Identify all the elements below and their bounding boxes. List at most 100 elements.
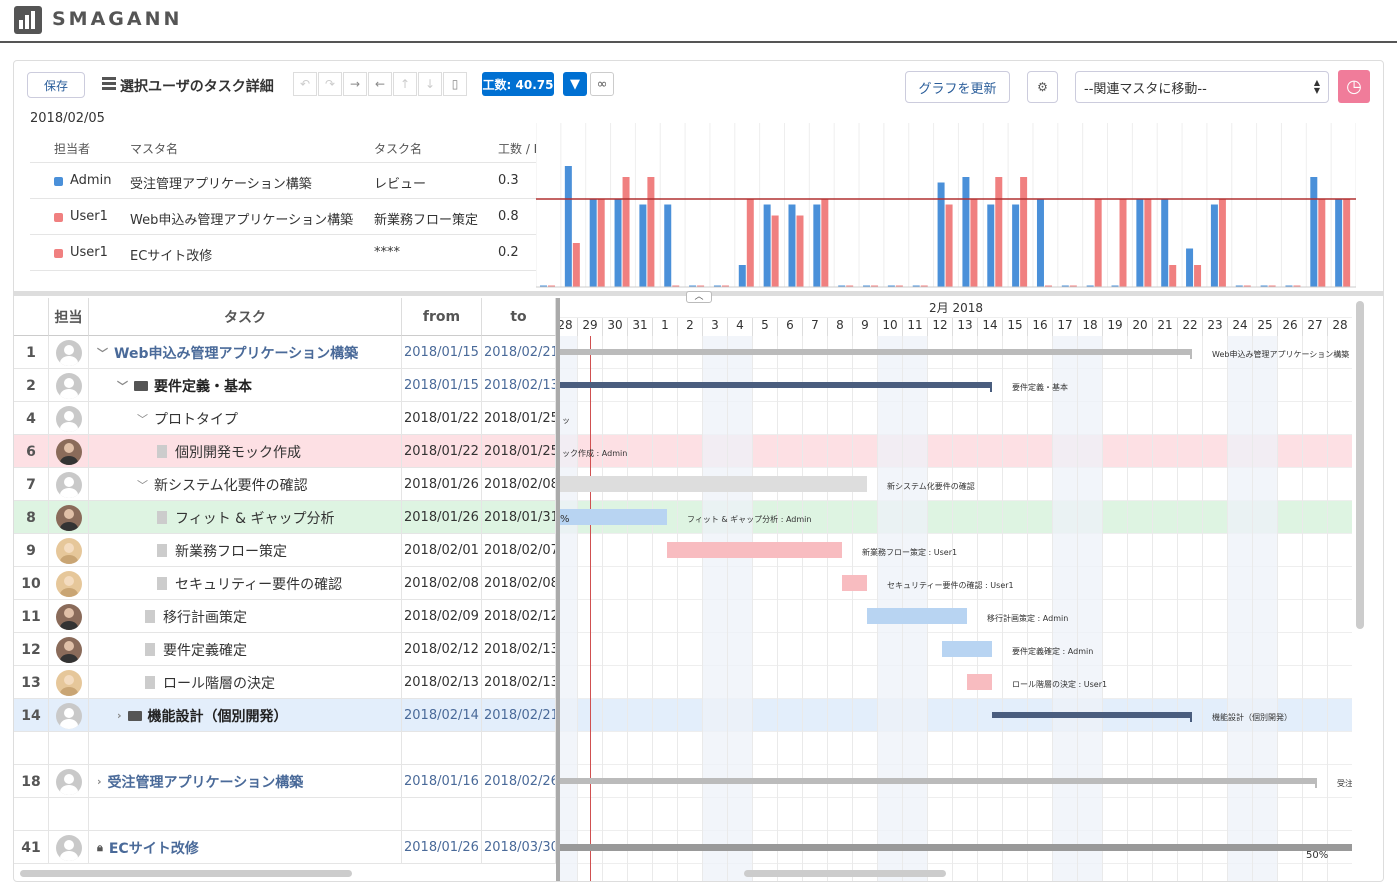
- table-row[interactable]: 4 ﹀ プロトタイプ 2018/01/22 2018/01/25: [14, 402, 556, 435]
- gantt-bar[interactable]: [560, 349, 1192, 355]
- gantt-bar[interactable]: [560, 844, 1352, 851]
- chart-bar-user1[interactable]: [1218, 199, 1226, 287]
- chart-bar-user1[interactable]: [995, 177, 1003, 287]
- owner-cell[interactable]: [49, 633, 89, 666]
- owner-cell[interactable]: [49, 402, 89, 435]
- owner-cell[interactable]: [49, 468, 89, 501]
- chart-bar-admin[interactable]: [1136, 199, 1144, 287]
- table-row[interactable]: 7 ﹀ 新システム化要件の確認 2018/01/26 2018/02/08: [14, 468, 556, 501]
- from-cell[interactable]: [402, 798, 482, 831]
- from-cell[interactable]: 2018/01/26: [402, 501, 482, 534]
- chart-bar-admin[interactable]: [738, 265, 746, 287]
- gantt-bar[interactable]: [967, 674, 992, 690]
- chart-bar-user1[interactable]: [1169, 265, 1177, 287]
- gantt-bar[interactable]: [667, 542, 842, 558]
- glasses-icon[interactable]: ∞: [590, 72, 614, 96]
- vertical-scrollbar[interactable]: [1356, 301, 1364, 629]
- chart-bar-user1[interactable]: [597, 199, 605, 287]
- table-row[interactable]: [14, 732, 556, 765]
- grid-header-owner[interactable]: 担当: [49, 298, 89, 336]
- gantt-horizontal-scrollbar[interactable]: [744, 870, 946, 877]
- chart-bar-user1[interactable]: [746, 199, 754, 287]
- undo-icon[interactable]: ↶: [293, 72, 317, 96]
- table-row[interactable]: 2 ﹀ 要件定義・基本 2018/01/15 2018/02/13: [14, 369, 556, 402]
- chart-bar-admin[interactable]: [639, 204, 647, 288]
- table-row[interactable]: 14 › 機能設計（個別開発） 2018/02/14 2018/02/21: [14, 699, 556, 732]
- grid-header-from[interactable]: from: [402, 298, 482, 336]
- owner-cell[interactable]: [49, 831, 89, 864]
- chart-bar-admin[interactable]: [564, 166, 572, 287]
- gantt-bar[interactable]: [560, 778, 1317, 784]
- owner-cell[interactable]: [49, 666, 89, 699]
- grid-header-task[interactable]: タスク: [89, 298, 402, 336]
- chart-bar-admin[interactable]: [1012, 204, 1020, 288]
- grid-header-to[interactable]: to: [482, 298, 556, 336]
- task-cell[interactable]: 新業務フロー策定: [89, 534, 402, 567]
- outdent-icon[interactable]: ←: [368, 72, 392, 96]
- grid-horizontal-scrollbar[interactable]: [20, 870, 352, 877]
- task-cell[interactable]: › 受注管理アプリケーション構築: [89, 765, 402, 798]
- owner-cell[interactable]: [49, 765, 89, 798]
- detail-row[interactable]: User1 Web申込み管理アプリケーション構築 新業務フロー策定 0.8: [30, 199, 536, 235]
- from-cell[interactable]: 2018/02/14: [402, 699, 482, 732]
- chevron-down-icon[interactable]: ﹀: [137, 477, 148, 493]
- to-cell[interactable]: 2018/01/31: [482, 501, 556, 534]
- chart-bar-user1[interactable]: [970, 199, 978, 287]
- from-cell[interactable]: 2018/01/26: [402, 468, 482, 501]
- related-master-select[interactable]: --関連マスタに移動-- ▲ ▼: [1075, 71, 1329, 103]
- chart-bar-user1[interactable]: [572, 243, 580, 287]
- chart-bar-user1[interactable]: [945, 204, 953, 288]
- detail-row[interactable]: Admin 受注管理アプリケーション構築 レビュー 0.3: [30, 163, 536, 199]
- from-cell[interactable]: 2018/02/09: [402, 600, 482, 633]
- table-row[interactable]: 12 要件定義確定 2018/02/12 2018/02/13: [14, 633, 556, 666]
- detail-row[interactable]: User1 ECサイト改修 **** 0.2: [30, 235, 536, 271]
- from-cell[interactable]: 2018/01/16: [402, 765, 482, 798]
- task-cell[interactable]: [89, 798, 402, 831]
- owner-cell[interactable]: [49, 501, 89, 534]
- to-cell[interactable]: 2018/01/25: [482, 402, 556, 435]
- table-row[interactable]: 10 セキュリティー要件の確認 2018/02/08 2018/02/08: [14, 567, 556, 600]
- gantt-bar[interactable]: [560, 509, 667, 525]
- from-cell[interactable]: 2018/01/15: [402, 336, 482, 369]
- to-cell[interactable]: 2018/02/21: [482, 336, 556, 369]
- redo-icon[interactable]: ↷: [318, 72, 342, 96]
- chart-bar-user1[interactable]: [1194, 265, 1202, 287]
- chart-bar-admin[interactable]: [664, 204, 672, 288]
- chevron-right-icon[interactable]: ›: [97, 775, 102, 788]
- to-cell[interactable]: 2018/02/21: [482, 699, 556, 732]
- chart-bar-user1[interactable]: [771, 215, 779, 288]
- from-cell[interactable]: 2018/01/15: [402, 369, 482, 402]
- task-cell[interactable]: 要件定義確定: [89, 633, 402, 666]
- task-cell[interactable]: ﹀ プロトタイプ: [89, 402, 402, 435]
- chart-bar-admin[interactable]: [962, 177, 970, 287]
- chart-bar-admin[interactable]: [1186, 248, 1194, 288]
- task-cell[interactable]: 🔒︎ ECサイト改修: [89, 831, 402, 864]
- task-cell[interactable]: 個別開発モック作成: [89, 435, 402, 468]
- owner-cell[interactable]: [49, 336, 89, 369]
- chart-bar-admin[interactable]: [614, 199, 622, 287]
- filter-icon[interactable]: ▼: [563, 72, 587, 96]
- task-cell[interactable]: ﹀ 新システム化要件の確認: [89, 468, 402, 501]
- chart-bar-user1[interactable]: [1119, 199, 1127, 287]
- gantt-bar[interactable]: [560, 382, 992, 388]
- chevron-down-icon[interactable]: ﹀: [117, 378, 128, 394]
- to-cell[interactable]: 2018/02/08: [482, 567, 556, 600]
- to-cell[interactable]: 2018/03/30: [482, 831, 556, 864]
- chart-bar-admin[interactable]: [1335, 199, 1343, 287]
- from-cell[interactable]: 2018/02/08: [402, 567, 482, 600]
- chevron-down-icon[interactable]: ﹀: [137, 411, 148, 427]
- from-cell[interactable]: [402, 732, 482, 765]
- update-graph-button[interactable]: グラフを更新: [905, 71, 1010, 103]
- chart-bar-admin[interactable]: [813, 204, 821, 288]
- to-cell[interactable]: 2018/02/13: [482, 369, 556, 402]
- indent-icon[interactable]: →: [343, 72, 367, 96]
- owner-cell[interactable]: [49, 567, 89, 600]
- gantt-bar[interactable]: [942, 641, 992, 657]
- task-cell[interactable]: 移行計画策定: [89, 600, 402, 633]
- table-row[interactable]: 13 ロール階層の決定 2018/02/13 2018/02/13: [14, 666, 556, 699]
- gantt-bar[interactable]: [867, 608, 967, 624]
- table-row[interactable]: 18 › 受注管理アプリケーション構築 2018/01/16 2018/02/26: [14, 765, 556, 798]
- gantt-bar[interactable]: [560, 476, 867, 492]
- from-cell[interactable]: 2018/02/12: [402, 633, 482, 666]
- chart-bar-user1[interactable]: [1020, 177, 1028, 287]
